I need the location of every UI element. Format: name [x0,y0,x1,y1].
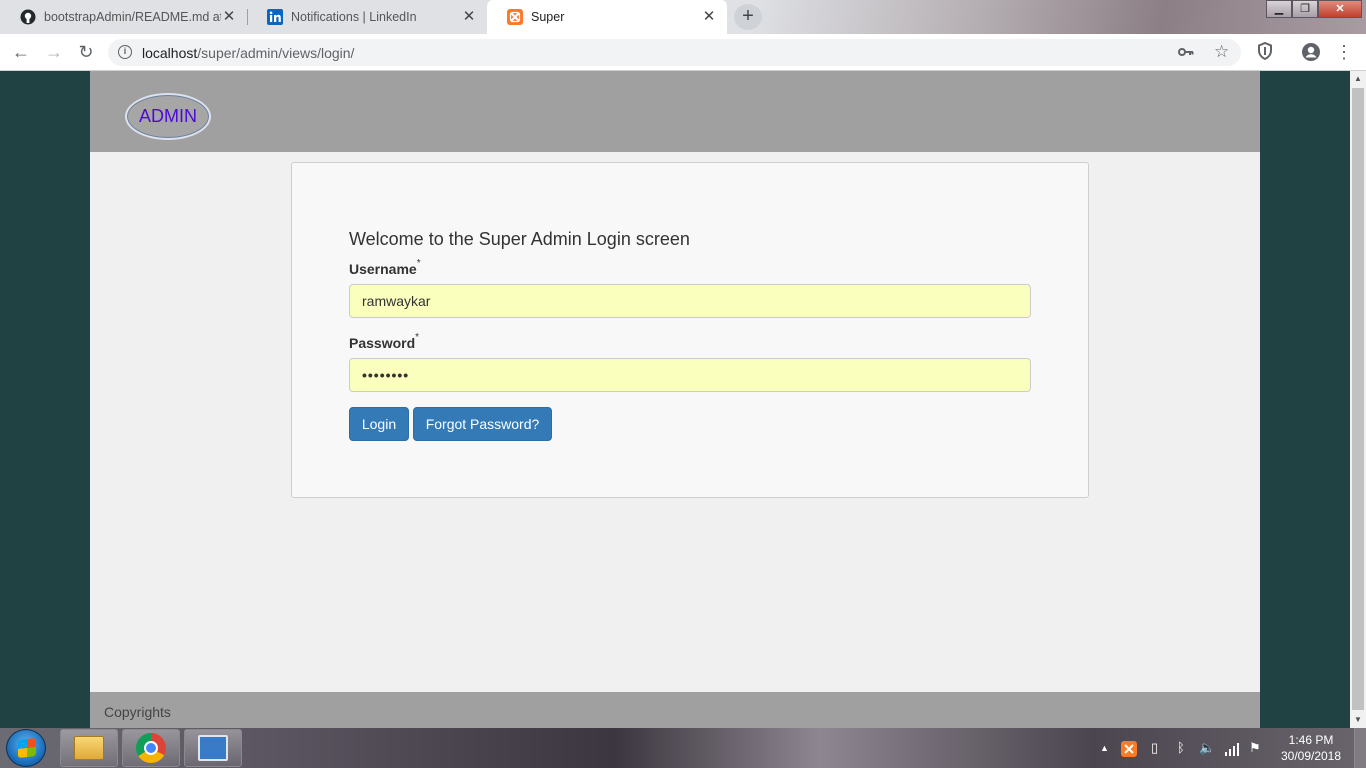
url-host: localhost [142,45,198,61]
required-mark: * [416,258,421,269]
login-panel: Welcome to the Super Admin Login screen … [291,162,1089,498]
folder-icon [74,736,104,760]
username-label: Username* [349,258,421,277]
tab-title: Notifications | LinkedIn [291,10,417,24]
vertical-scrollbar[interactable]: ▲ ▼ [1350,71,1366,728]
power-tray-icon[interactable]: ▯ [1151,728,1158,768]
password-label-text: Password [349,335,416,351]
url-text[interactable]: localhost/super/admin/views/login/ [142,45,354,61]
close-icon[interactable]: ✕ [221,9,237,25]
close-icon[interactable]: ✕ [461,9,477,25]
forgot-password-button[interactable]: Forgot Password? [413,407,552,441]
start-button[interactable] [6,729,46,767]
shield-extension-icon[interactable] [1255,41,1275,62]
tab-strip: bootstrapAdmin/README.md at ✕ Notificati… [0,0,1366,34]
login-button[interactable]: Login [349,407,409,441]
account-icon[interactable] [1301,42,1321,62]
key-icon[interactable] [1178,45,1194,63]
required-mark: * [415,332,420,343]
tab-linkedin-notifications[interactable]: Notifications | LinkedIn ✕ [247,0,487,34]
forward-arrow-icon[interactable]: → [42,40,66,64]
menu-icon[interactable]: ⋮ [1334,42,1354,62]
clock-date: 30/09/2018 [1280,749,1342,763]
new-tab-button[interactable]: + [734,4,762,30]
url-path: /super/admin/views/login/ [197,45,355,61]
xampp-tray-icon[interactable] [1121,728,1137,768]
show-hidden-icons[interactable]: ▲ [1100,728,1109,768]
scrollbar-thumb[interactable] [1352,88,1364,710]
page-container: ADMIN Welcome to the Super Admin Login s… [90,71,1260,728]
username-label-text: Username [349,261,417,277]
tab-title: bootstrapAdmin/README.md at [44,10,221,24]
windows-taskbar: ▲ ▯ ᛒ 🔈 ⚑ 1:46 PM 30/09/2018 [0,728,1366,768]
address-bar[interactable]: i localhost/super/admin/views/login/ ☆ [108,39,1241,66]
taskbar-chrome[interactable] [122,729,180,767]
windows-logo-icon [18,738,36,758]
linkedin-icon [267,9,283,25]
network-signal-icon[interactable] [1224,728,1240,768]
bluetooth-icon[interactable]: ᛒ [1177,728,1185,768]
password-field[interactable]: •••••••• [349,358,1031,392]
page-footer: Copyrights [90,692,1260,728]
clock-time: 1:46 PM [1288,733,1334,747]
action-center-flag-icon[interactable]: ⚑ [1249,728,1261,768]
page-viewport: ADMIN Welcome to the Super Admin Login s… [0,71,1350,728]
admin-logo[interactable]: ADMIN [125,93,211,140]
taskbar-network-app[interactable] [184,729,242,767]
network-app-icon [198,735,228,761]
tab-github-readme[interactable]: bootstrapAdmin/README.md at ✕ [0,0,247,34]
back-arrow-icon[interactable]: ← [9,40,33,64]
username-field[interactable]: ramwaykar [349,284,1031,318]
star-icon[interactable]: ☆ [1214,42,1229,62]
chrome-icon [136,733,166,763]
browser-toolbar: ← → ↻ i localhost/super/admin/views/logi… [0,34,1366,71]
volume-icon[interactable]: 🔈 [1199,728,1215,768]
window-controls: ▁ ❐ ✕ [1266,0,1362,18]
minimize-button[interactable]: ▁ [1266,0,1292,18]
maximize-button[interactable]: ❐ [1292,0,1318,18]
close-icon[interactable]: ✕ [701,9,717,25]
page-header: ADMIN [90,71,1260,152]
xampp-icon [507,9,523,25]
scroll-down-icon[interactable]: ▼ [1350,712,1366,728]
footer-copyright: Copyrights [104,704,171,720]
tab-title: Super [531,10,565,24]
reload-icon[interactable]: ↻ [74,40,98,64]
window-close-button[interactable]: ✕ [1318,0,1362,18]
scroll-up-icon[interactable]: ▲ [1350,71,1366,87]
welcome-heading: Welcome to the Super Admin Login screen [349,229,690,249]
taskbar-explorer[interactable] [60,729,118,767]
password-label: Password* [349,332,420,351]
info-icon[interactable]: i [118,45,132,59]
show-desktop-button[interactable] [1354,728,1366,768]
github-icon [20,9,36,25]
tab-super-active[interactable]: Super ✕ [487,0,727,34]
taskbar-clock[interactable]: 1:46 PM 30/09/2018 [1276,732,1346,764]
